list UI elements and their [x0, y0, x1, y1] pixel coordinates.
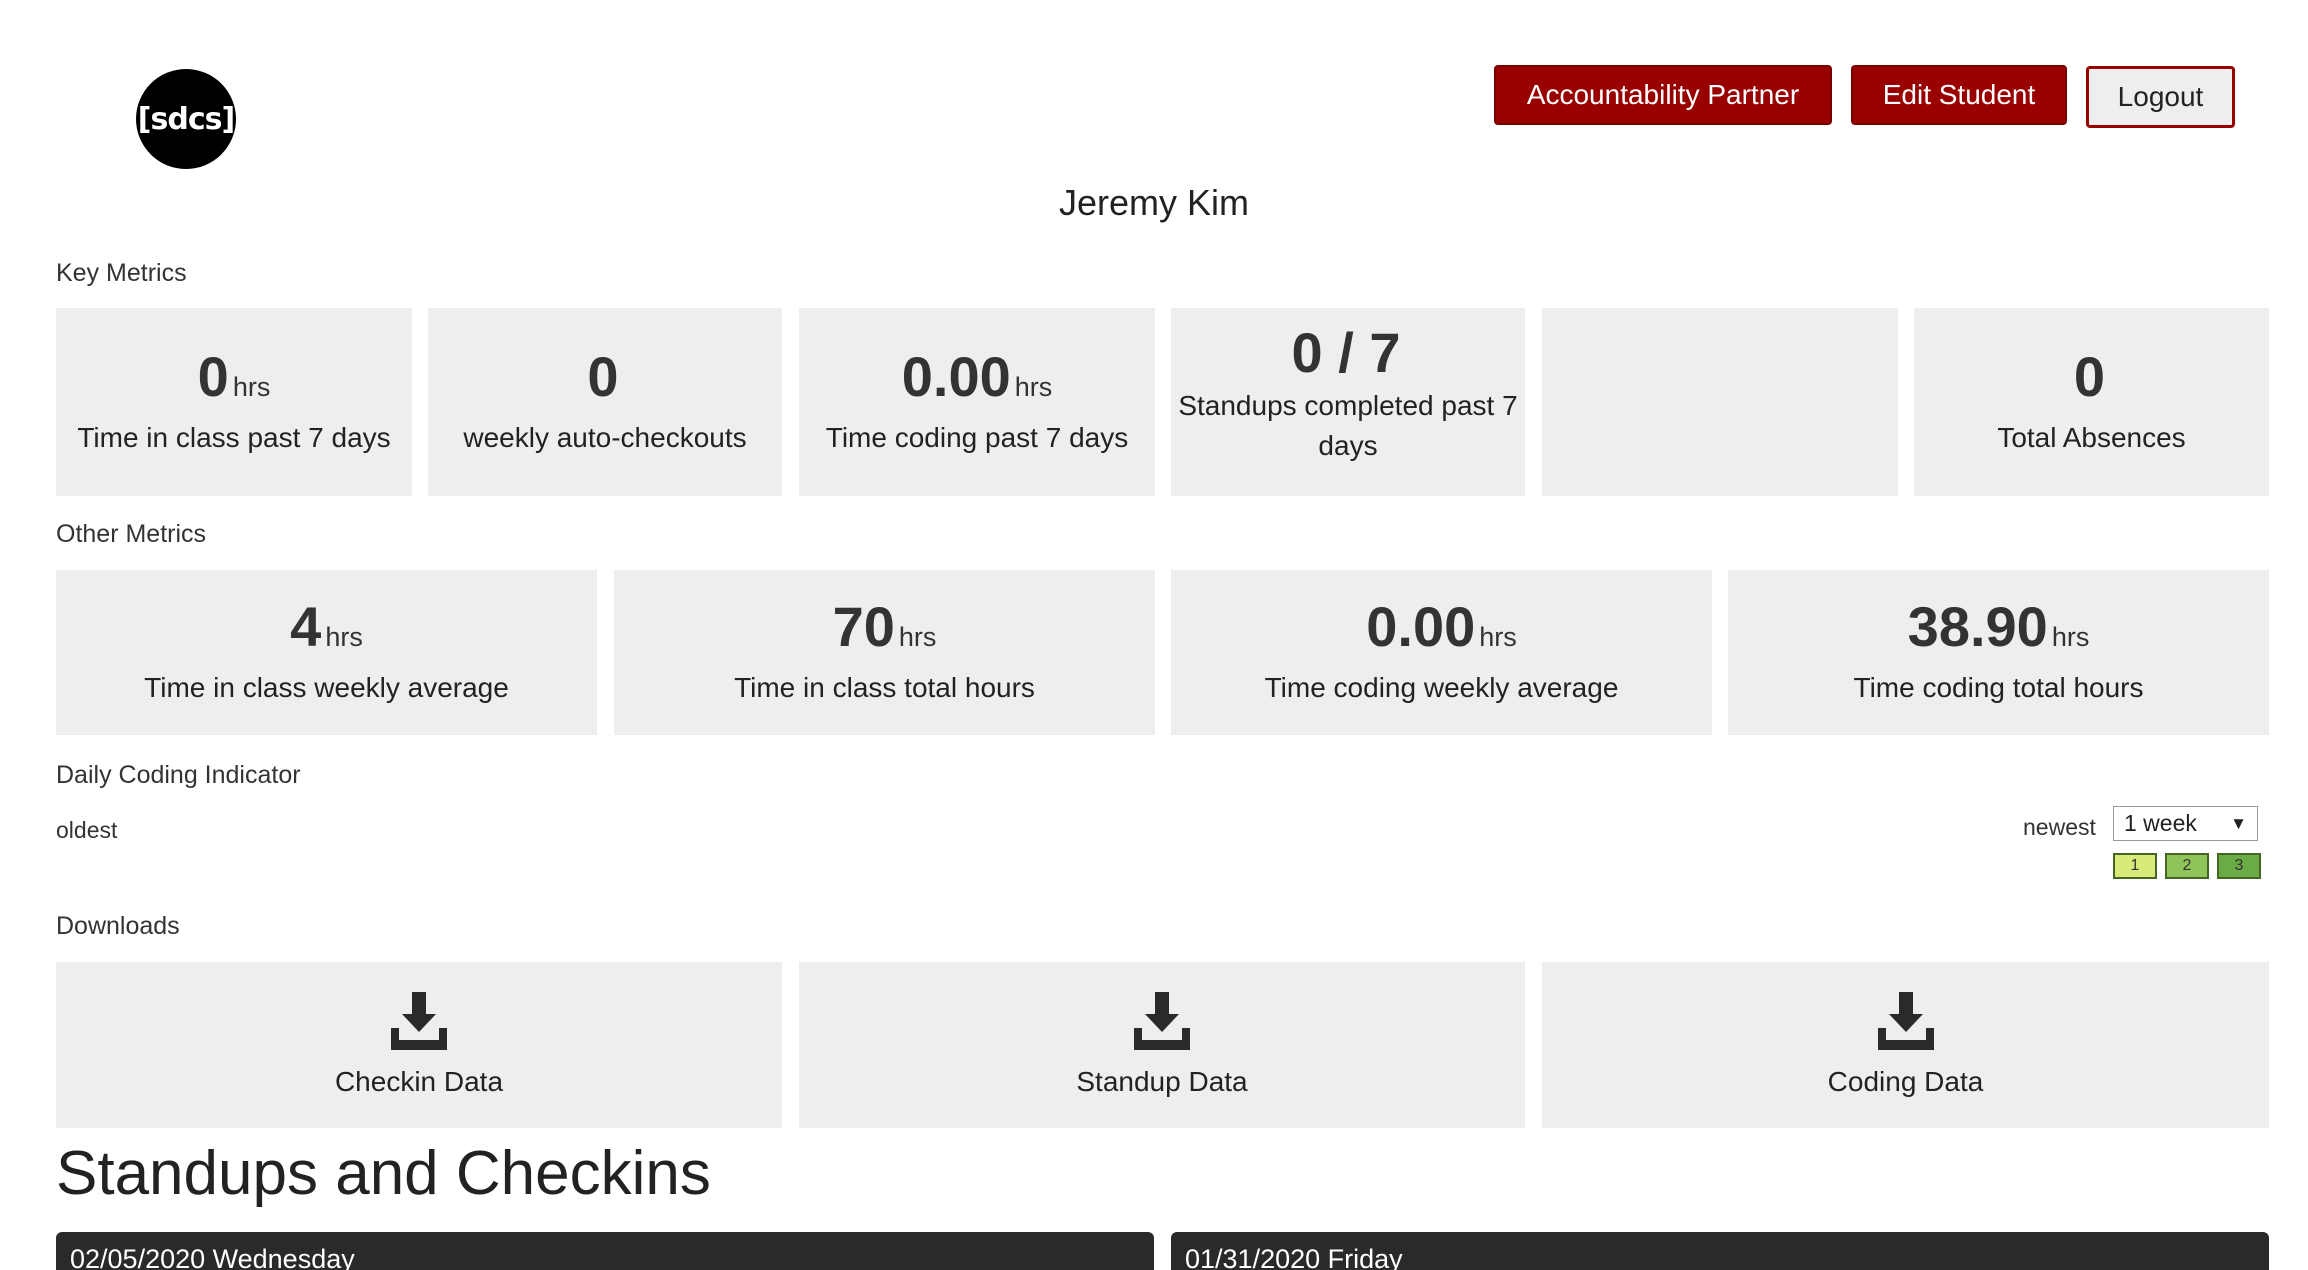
legend-level-3: 3 — [2217, 853, 2261, 879]
newest-label: newest — [2023, 814, 2096, 840]
download-label: Checkin Data — [334, 1066, 504, 1097]
metric-unit: hrs — [325, 622, 363, 653]
student-name: Jeremy Kim — [1058, 182, 1250, 223]
metric-unit: hrs — [898, 622, 937, 653]
day-header-label: 02/05/2020 Wednesday — [70, 1244, 355, 1270]
metric-card-standups: 0 / 7 Standups completed past 7 days — [1171, 308, 1525, 496]
metric-card-class-total: 70 hrs Time in class total hours — [614, 570, 1155, 735]
metric-unit: hrs — [2051, 622, 2090, 653]
chevron-down-icon: ▼ — [2230, 813, 2247, 833]
range-select[interactable]: 1 week ▼ — [2113, 806, 2258, 841]
metric-unit: hrs — [1014, 371, 1053, 402]
metric-card-class-weekly-avg: 4 hrs Time in class weekly average — [56, 570, 597, 735]
range-select-value: 1 week — [2124, 810, 2197, 836]
metric-label: Time in class past 7 days — [77, 421, 391, 453]
metric-value: 0.00 — [901, 344, 1011, 408]
downloads-heading: Downloads — [56, 912, 180, 940]
download-icon — [1877, 992, 1934, 1050]
logo-text: [sdcs] — [137, 101, 235, 137]
metric-label: weekly auto-checkouts — [463, 421, 747, 453]
metric-card-coding-weekly-avg: 0.00 hrs Time coding weekly average — [1171, 570, 1712, 735]
accountability-partner-button[interactable]: Accountability Partner — [1494, 65, 1832, 125]
metric-card-auto-checkouts: 0 weekly auto-checkouts — [428, 308, 782, 496]
logout-button[interactable]: Logout — [2086, 66, 2235, 128]
metric-value: 0 / 7 — [1291, 321, 1401, 384]
metric-value: 0 — [2073, 344, 2106, 408]
other-metrics-heading: Other Metrics — [56, 520, 207, 548]
legend-label: 2 — [2182, 857, 2192, 874]
download-label: Standup Data — [1076, 1066, 1248, 1097]
metric-label: Standups completed past 7 days — [1178, 389, 1518, 462]
day-header-1[interactable]: 01/31/2020 Friday — [1171, 1232, 2269, 1270]
metric-value: 0.00 — [1366, 595, 1476, 659]
standups-heading: Standups and Checkins — [56, 1139, 711, 1208]
metric-value: 38.90 — [1907, 595, 2048, 659]
download-standup-data[interactable]: Standup Data — [799, 962, 1525, 1128]
metric-card-class-7d: 0 hrs Time in class past 7 days — [56, 308, 412, 496]
download-coding-data[interactable]: Coding Data — [1542, 962, 2269, 1128]
metric-label: Time coding weekly average — [1264, 672, 1619, 703]
download-label: Coding Data — [1827, 1066, 1984, 1097]
metric-value: 70 — [832, 595, 895, 659]
legend-level-1: 1 — [2113, 853, 2157, 879]
metric-label: Time in class total hours — [734, 672, 1035, 703]
metric-value: 0 — [197, 344, 229, 408]
metric-value: 4 — [290, 595, 322, 659]
key-metrics-heading: Key Metrics — [56, 259, 187, 287]
metric-label: Time coding total hours — [1853, 672, 2144, 703]
download-icon — [391, 992, 447, 1050]
download-checkin-data[interactable]: Checkin Data — [56, 962, 782, 1128]
metric-unit: hrs — [1479, 622, 1517, 653]
metric-label: Time coding past 7 days — [825, 421, 1129, 453]
legend-label: 3 — [2234, 857, 2244, 874]
metric-label: Total Absences — [1997, 421, 2186, 453]
legend-label: 1 — [2130, 857, 2140, 874]
day-header-0[interactable]: 02/05/2020 Wednesday — [56, 1232, 1154, 1270]
metric-unit: hrs — [232, 371, 271, 402]
sdcs-logo[interactable]: [sdcs] — [136, 69, 236, 169]
metric-card-empty — [1542, 308, 1898, 496]
oldest-label: oldest — [56, 817, 118, 843]
legend-level-2: 2 — [2165, 853, 2209, 879]
metric-card-coding-7d: 0.00 hrs Time coding past 7 days — [799, 308, 1155, 496]
edit-student-button[interactable]: Edit Student — [1851, 65, 2067, 125]
daily-coding-heading: Daily Coding Indicator — [56, 761, 301, 789]
download-icon — [1134, 992, 1190, 1050]
metric-label: Time in class weekly average — [144, 672, 509, 703]
metric-value: 0 — [587, 344, 619, 408]
metric-card-coding-total: 38.90 hrs Time coding total hours — [1728, 570, 2269, 735]
day-header-label: 01/31/2020 Friday — [1185, 1244, 1403, 1270]
metric-card-absences: 0 Total Absences — [1914, 308, 2269, 496]
